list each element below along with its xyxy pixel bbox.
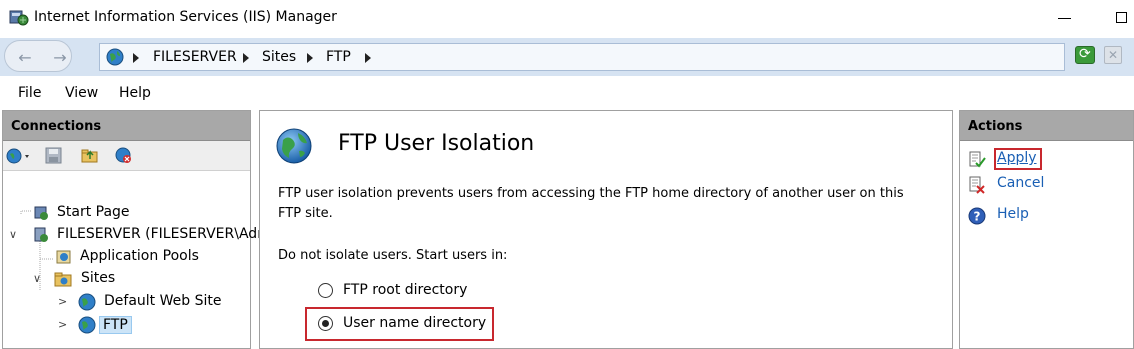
svg-text:?: ? — [974, 210, 981, 224]
radio-label-ftp-root: FTP root directory — [343, 282, 468, 298]
minimize-button[interactable] — [1056, 6, 1074, 28]
tree-label-application-pools: Application Pools — [80, 248, 199, 264]
chevron-right-icon — [307, 53, 313, 63]
maximize-button[interactable] — [1116, 12, 1127, 23]
chevron-down-icon[interactable]: ∨ — [33, 272, 41, 285]
window-title: Internet Information Services (IIS) Mana… — [34, 9, 337, 25]
feature-panel: FTP User Isolation FTP user isolation pr… — [259, 110, 953, 349]
menu-bar: File View Help — [0, 76, 1134, 110]
sites-folder-icon — [54, 272, 72, 287]
refresh-icon[interactable] — [1075, 46, 1095, 64]
title-bar: Internet Information Services (IIS) Mana… — [0, 0, 1134, 38]
help-link[interactable]: Help — [997, 206, 1029, 222]
tree-label-default-web-site: Default Web Site — [104, 293, 222, 309]
chevron-right-icon — [365, 53, 371, 63]
forward-arrow-icon[interactable]: → — [48, 50, 72, 66]
server-icon — [34, 227, 48, 242]
connect-globe-icon[interactable] — [6, 147, 32, 164]
connections-header: Connections — [3, 111, 250, 141]
application-pools-icon — [56, 250, 71, 264]
tree-label-ftp: FTP — [99, 316, 132, 334]
page-title: FTP User Isolation — [338, 131, 535, 156]
chevron-right-icon — [243, 53, 249, 63]
breadcrumb[interactable]: FILESERVER Sites FTP — [99, 43, 1065, 71]
tree-label-start-page: Start Page — [57, 204, 130, 220]
back-arrow-icon[interactable]: ← — [13, 50, 37, 66]
menu-file[interactable]: File — [18, 85, 41, 101]
chevron-right-icon — [133, 53, 139, 63]
breadcrumb-ftp[interactable]: FTP — [326, 49, 351, 65]
isolation-group-label: Do not isolate users. Start users in: — [278, 248, 508, 263]
breadcrumb-fileserver[interactable]: FILESERVER — [153, 49, 237, 65]
disconnect-icon[interactable] — [115, 147, 132, 164]
cancel-icon — [969, 176, 985, 194]
highlight-box — [305, 307, 494, 341]
address-bar: ← → FILESERVER Sites FTP ✕ — [0, 38, 1134, 76]
chevron-right-icon[interactable]: > — [58, 295, 67, 308]
feature-description: FTP user isolation prevents users from a… — [278, 186, 904, 221]
globe-icon — [78, 293, 96, 311]
nav-buttons: ← → — [4, 40, 72, 72]
start-page-icon — [34, 206, 48, 220]
stop-icon[interactable]: ✕ — [1104, 46, 1122, 64]
radio-button[interactable] — [318, 283, 333, 298]
menu-help[interactable]: Help — [119, 85, 151, 101]
tree-label-fileserver: FILESERVER (FILESERVER\Adm — [57, 226, 271, 242]
actions-header: Actions — [960, 111, 1133, 141]
highlight-box — [994, 148, 1042, 170]
chevron-down-icon[interactable]: ∨ — [9, 228, 17, 241]
chevron-right-icon[interactable]: > — [58, 318, 67, 331]
connections-toolbar — [3, 141, 250, 171]
menu-view[interactable]: View — [65, 85, 98, 101]
ftp-globe-icon — [276, 128, 312, 164]
help-icon: ? — [968, 207, 986, 225]
apply-icon — [969, 151, 986, 168]
connections-panel: Connections Start Page ∨ FILESERVER (FIL… — [2, 110, 271, 349]
globe-icon — [78, 316, 96, 334]
actions-panel: Actions Apply Cancel ? Help — [959, 110, 1134, 349]
iis-app-icon — [9, 10, 29, 26]
folder-up-icon[interactable] — [81, 147, 98, 164]
tree-label-sites: Sites — [81, 270, 116, 286]
save-icon[interactable] — [45, 147, 62, 164]
cancel-link[interactable]: Cancel — [997, 175, 1044, 191]
breadcrumb-sites[interactable]: Sites — [262, 49, 296, 65]
globe-icon — [106, 48, 124, 66]
